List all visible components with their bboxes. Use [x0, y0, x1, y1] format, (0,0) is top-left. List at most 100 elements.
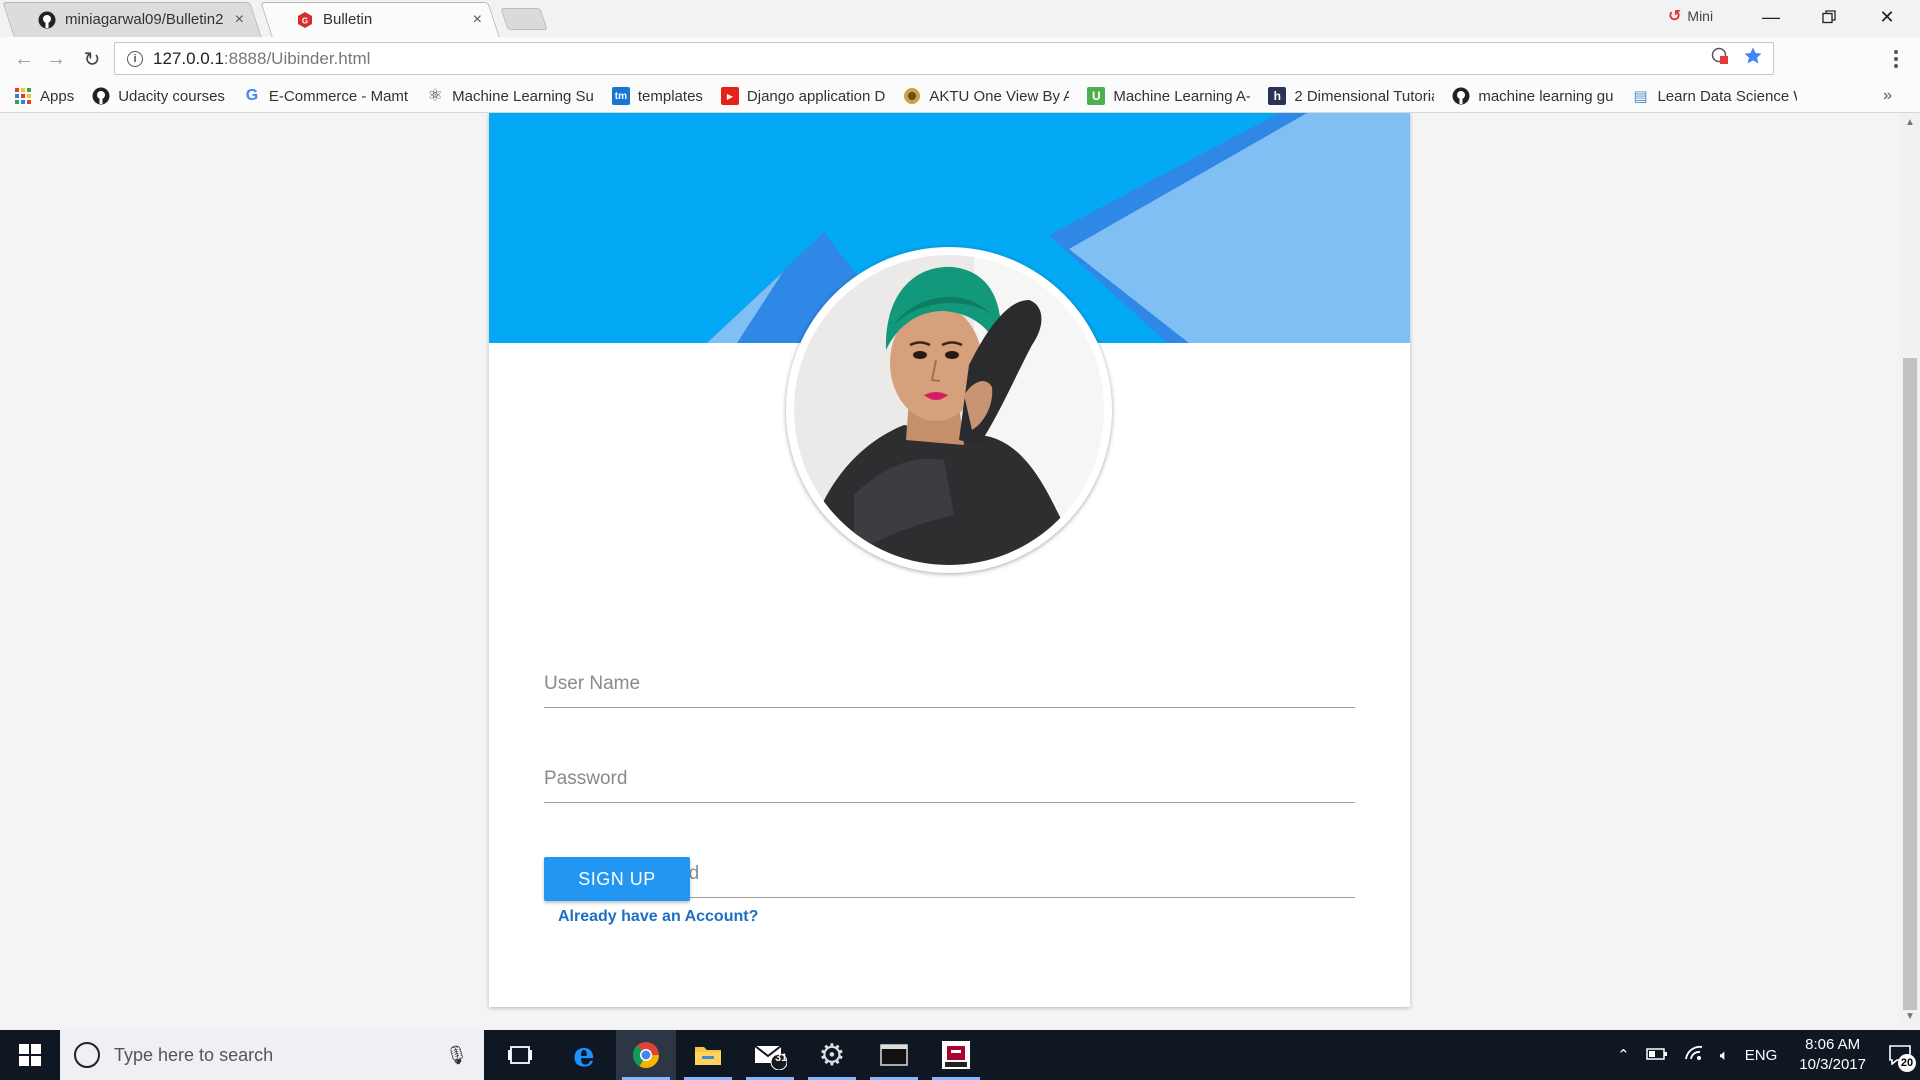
gwt-icon: G	[296, 11, 314, 29]
start-button[interactable]	[0, 1030, 60, 1080]
mail-badge: 31	[775, 1052, 788, 1064]
apps-grid-icon	[14, 87, 32, 105]
new-tab-button[interactable]	[500, 8, 548, 30]
tab-strip: miniagarwal09/Bulletin2 × G Bulletin × ↺…	[0, 0, 1920, 37]
bookmark-django[interactable]: ▶ Django application D	[720, 87, 886, 105]
chrome-menu-icon[interactable]	[1886, 45, 1906, 73]
taskbar-search[interactable]: Type here to search 🎙	[60, 1030, 484, 1080]
url-host: 127.0.0.1	[153, 48, 224, 68]
svg-text:G: G	[302, 16, 308, 25]
tab-github[interactable]: miniagarwal09/Bulletin2 ×	[2, 2, 262, 37]
profile-avatar	[794, 255, 1104, 565]
bookmark-2d-tutorial[interactable]: h 2 Dimensional Tutoria	[1268, 87, 1434, 105]
profile-icon: ↺	[1668, 8, 1682, 25]
bookmark-star-icon[interactable]	[1743, 46, 1763, 71]
page-viewport: SIGN UP Already have an Account?	[0, 113, 1900, 1027]
settings-gear-icon[interactable]: ⚙	[802, 1030, 862, 1080]
book-icon: ▤	[1633, 88, 1648, 105]
chrome-icon[interactable]	[616, 1030, 676, 1080]
windows-logo-icon	[19, 1044, 41, 1066]
restore-icon[interactable]	[1800, 0, 1858, 34]
edge-icon[interactable]: e	[554, 1030, 614, 1080]
close-tab-icon[interactable]: ×	[235, 11, 244, 29]
bookmark-udacity[interactable]: Udacity courses	[92, 87, 225, 105]
tab-title: miniagarwal09/Bulletin2	[65, 11, 224, 28]
tab-title: Bulletin	[323, 11, 373, 28]
bookmark-label: templates	[637, 87, 703, 105]
bookmarks-overflow-button[interactable]: »	[1883, 87, 1892, 105]
github-icon	[1452, 87, 1470, 105]
task-view-icon[interactable]	[490, 1030, 550, 1080]
password-field[interactable]	[544, 743, 1355, 803]
clock-date: 10/3/2017	[1799, 1056, 1866, 1073]
bookmark-ml-guide[interactable]: machine learning gu	[1452, 87, 1613, 105]
tm-icon: tm	[611, 87, 630, 105]
terminal-icon[interactable]	[864, 1030, 924, 1080]
bookmark-label: E-Commerce - Mamt	[268, 87, 409, 105]
bookmark-label: Udacity courses	[118, 87, 225, 105]
signup-button[interactable]: SIGN UP	[544, 857, 690, 901]
system-clock[interactable]: 8:06 AM 10/3/2017	[1799, 1035, 1866, 1075]
github-icon	[92, 87, 110, 105]
mail-icon[interactable]: 31	[740, 1030, 800, 1080]
page-scrollbar[interactable]: ▲ ▼	[1900, 113, 1920, 1027]
address-bar[interactable]: i 127.0.0.1:8888/Uibinder.html	[114, 42, 1774, 75]
volume-icon[interactable]: 🔈︎	[1720, 1047, 1729, 1064]
atom-icon: ⚛	[427, 86, 443, 105]
erlang-icon[interactable]	[926, 1030, 986, 1080]
notification-badge: 20	[1898, 1054, 1916, 1072]
close-window-icon[interactable]: ✕	[1858, 0, 1916, 34]
bookmark-ml-summary[interactable]: ⚛ Machine Learning Su	[426, 86, 593, 105]
bookmark-label: Django application D	[746, 87, 886, 105]
cortana-icon	[74, 1042, 100, 1068]
clock-time: 8:06 AM	[1805, 1036, 1861, 1053]
bookmark-aktu[interactable]: AKTU One View By A	[903, 87, 1069, 105]
wifi-icon[interactable]	[1684, 1045, 1704, 1065]
bookmark-data-science[interactable]: ▤ Learn Data Science W	[1631, 87, 1798, 106]
reload-icon[interactable]: ↻	[78, 45, 106, 73]
profile-avatar-frame	[786, 247, 1112, 573]
bookmark-label: Machine Learning A-	[1113, 87, 1251, 105]
bookmarks-bar: Apps Udacity courses G E-Commerce - Mamt…	[0, 80, 1920, 113]
tab-bulletin[interactable]: G Bulletin ×	[260, 2, 500, 37]
username-field[interactable]	[544, 648, 1355, 708]
file-explorer-icon[interactable]	[678, 1030, 738, 1080]
minimize-icon[interactable]: —	[1742, 0, 1800, 34]
youtube-icon: ▶	[720, 87, 739, 105]
action-center-icon[interactable]: 20	[1880, 1030, 1920, 1080]
chevron-up-icon[interactable]: ⌃	[1617, 1046, 1630, 1064]
battery-icon[interactable]	[1645, 1047, 1668, 1064]
profile-chip[interactable]: ↺ Mini	[1668, 6, 1713, 26]
language-indicator[interactable]: ENG	[1745, 1047, 1778, 1064]
bookmark-label: 2 Dimensional Tutoria	[1294, 87, 1435, 105]
login-link[interactable]: Already have an Account?	[558, 908, 758, 926]
bookmark-ecommerce[interactable]: G E-Commerce - Mamt	[243, 87, 408, 105]
bookmark-ml-az[interactable]: U Machine Learning A-	[1087, 87, 1250, 105]
profile-name: Mini	[1687, 8, 1714, 24]
bookmark-templates[interactable]: tm templates	[611, 87, 703, 105]
github-icon	[38, 11, 56, 29]
bookmark-label: AKTU One View By A	[929, 87, 1070, 105]
search-placeholder: Type here to search	[114, 1044, 274, 1065]
system-tray: ⌃ 🔈︎ ENG 8:06 AM 10/3/2017 20	[1609, 1030, 1920, 1080]
hackerearth-icon: h	[1268, 87, 1287, 105]
forward-arrow-icon[interactable]: →	[42, 45, 70, 73]
close-tab-icon[interactable]: ×	[473, 11, 482, 29]
scroll-up-arrow-icon[interactable]: ▲	[1905, 117, 1915, 128]
browser-toolbar: ← → ↻ i 127.0.0.1:8888/Uibinder.html	[0, 37, 1920, 80]
scrollbar-thumb[interactable]	[1903, 358, 1917, 1010]
scroll-down-arrow-icon[interactable]: ▼	[1905, 1011, 1915, 1022]
microphone-icon[interactable]: 🎙	[445, 1045, 468, 1066]
windows-taskbar: Type here to search 🎙 e 31 ⚙ ⌃ 🔈︎ ENG 8:…	[0, 1030, 1920, 1080]
username-input[interactable]	[544, 673, 1355, 695]
info-icon[interactable]: i	[127, 50, 143, 67]
udemy-icon: U	[1087, 87, 1106, 105]
bookmark-apps[interactable]: Apps	[14, 87, 74, 105]
aktu-icon	[903, 87, 921, 105]
back-arrow-icon[interactable]: ←	[10, 45, 38, 73]
signup-card: SIGN UP Already have an Account?	[489, 113, 1410, 1007]
password-input[interactable]	[544, 768, 1355, 790]
bookmark-label: Apps	[40, 87, 75, 105]
translate-icon[interactable]	[1711, 47, 1729, 70]
bookmark-label: Learn Data Science W	[1657, 87, 1798, 105]
